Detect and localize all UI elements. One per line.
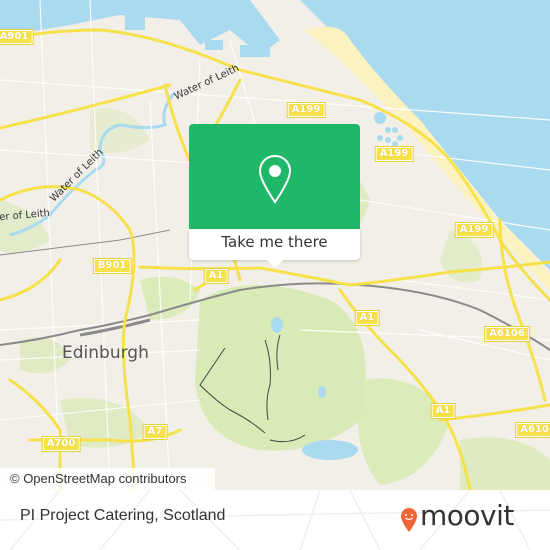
popup-tail xyxy=(267,260,283,268)
map-attribution[interactable]: © OpenStreetMap contributors xyxy=(0,468,215,490)
map-pin-icon xyxy=(258,154,292,204)
road-label-a6106: A6106 xyxy=(484,326,530,342)
road-label-a901: A901 xyxy=(0,29,34,45)
footer: PI Project Catering, Scotland moovit xyxy=(0,490,550,550)
take-me-there-button[interactable]: Take me there xyxy=(189,229,360,260)
road-label-a1: A1 xyxy=(354,310,380,326)
road-label-a199: A199 xyxy=(374,146,414,162)
take-me-there-popup[interactable]: Take me there xyxy=(189,124,360,268)
road-label-a1: A1 xyxy=(430,403,456,419)
take-me-there-label: Take me there xyxy=(221,233,328,251)
road-label-a199: A199 xyxy=(286,102,326,118)
road-label-b901: B901 xyxy=(92,258,132,274)
map[interactable]: A901 A199 A199 A199 B901 A1 A1 A1 A6106 … xyxy=(0,0,550,490)
moovit-logo[interactable]: moovit xyxy=(400,499,514,534)
place-name: PI Project Catering, Scotland xyxy=(20,507,226,524)
moovit-pin-icon xyxy=(401,508,417,532)
road-label-a7: A7 xyxy=(142,424,168,440)
road-label-a6106: A6106 xyxy=(515,422,550,438)
popup-header[interactable] xyxy=(189,124,360,229)
road-label-a199: A199 xyxy=(454,222,494,238)
road-label-a700: A700 xyxy=(41,436,81,452)
duddingston-loch xyxy=(302,440,358,460)
moovit-wordmark: moovit xyxy=(420,499,514,532)
road-label-a1: A1 xyxy=(203,268,229,284)
city-label-edinburgh: Edinburgh xyxy=(62,343,149,363)
